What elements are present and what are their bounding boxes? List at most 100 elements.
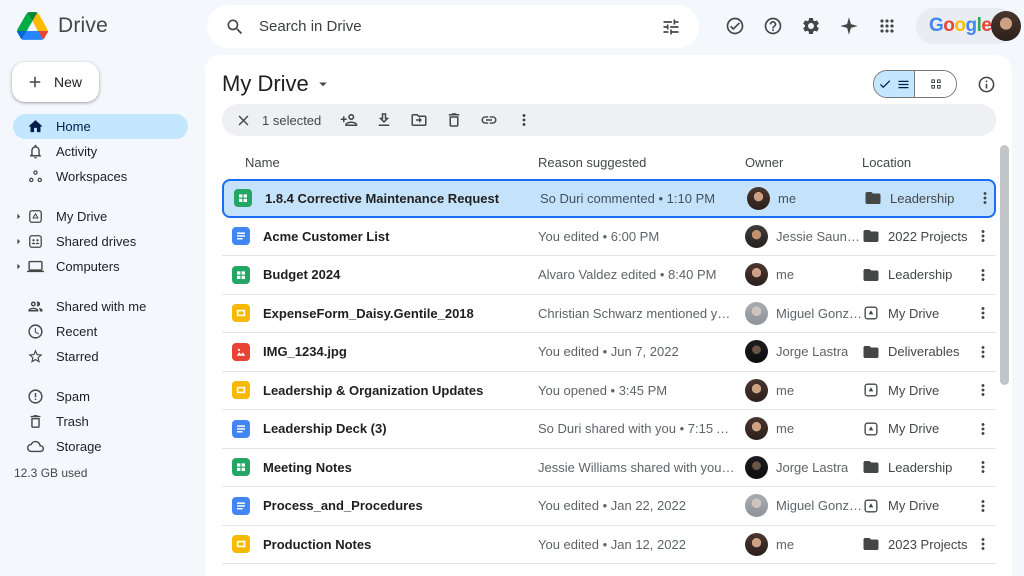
column-header-reason[interactable]: Reason suggested bbox=[538, 155, 745, 170]
clear-selection-button[interactable] bbox=[235, 112, 252, 129]
folder-icon bbox=[862, 227, 880, 245]
sidebar-item-activity[interactable]: Activity bbox=[13, 139, 188, 164]
sidebar-item-shared-with-me[interactable]: Shared with me bbox=[13, 294, 188, 319]
column-header-owner[interactable]: Owner bbox=[745, 155, 862, 170]
row-menu-button[interactable] bbox=[969, 266, 996, 284]
file-row[interactable]: Production NotesYou edited • Jan 12, 202… bbox=[222, 526, 996, 565]
view-toggle bbox=[873, 70, 957, 98]
profile-avatar[interactable] bbox=[991, 11, 1021, 41]
sidebar-item-storage[interactable]: Storage bbox=[13, 434, 188, 459]
owner-avatar bbox=[747, 187, 770, 210]
plus-icon bbox=[26, 73, 44, 91]
row-menu-button[interactable] bbox=[971, 189, 998, 207]
new-button[interactable]: New bbox=[12, 62, 99, 102]
file-row[interactable]: Leadership Deck (3)So Duri shared with y… bbox=[222, 410, 996, 449]
file-row[interactable]: Acme Customer ListYou edited • 6:00 PMJe… bbox=[222, 218, 996, 257]
expand-arrow-icon[interactable] bbox=[12, 260, 25, 273]
row-menu-button[interactable] bbox=[969, 420, 996, 438]
file-row[interactable]: IMG_1234.jpgYou edited • Jun 7, 2022Jorg… bbox=[222, 333, 996, 372]
selection-count: 1 selected bbox=[262, 113, 321, 128]
sidebar-item-starred[interactable]: Starred bbox=[13, 344, 188, 369]
drive-home-link[interactable]: Drive bbox=[17, 0, 108, 52]
help-icon[interactable] bbox=[761, 14, 785, 38]
column-header-location[interactable]: Location bbox=[862, 155, 969, 170]
location-name[interactable]: 2022 Projects bbox=[888, 229, 968, 244]
owner-name: Miguel Gonza... bbox=[776, 498, 862, 513]
move-button[interactable] bbox=[410, 111, 428, 129]
location-name[interactable]: My Drive bbox=[888, 421, 939, 436]
row-menu-button[interactable] bbox=[969, 343, 996, 361]
location-name[interactable]: Leadership bbox=[888, 460, 952, 475]
drive-logo-icon bbox=[17, 12, 48, 40]
my-drive-location-icon bbox=[862, 381, 880, 399]
sidebar-item-workspaces[interactable]: Workspaces bbox=[13, 164, 188, 189]
search-options-icon[interactable] bbox=[659, 15, 683, 39]
spam-icon bbox=[27, 388, 44, 405]
file-row[interactable]: Budget 2024Alvaro Valdez edited • 8:40 P… bbox=[222, 256, 996, 295]
location-name[interactable]: 2023 Projects bbox=[888, 537, 968, 552]
expand-arrow-icon[interactable] bbox=[12, 210, 25, 223]
location-name[interactable]: My Drive bbox=[888, 383, 939, 398]
location-name[interactable]: Leadership bbox=[888, 267, 952, 282]
share-button[interactable] bbox=[340, 111, 358, 129]
sidebar-item-label: Home bbox=[56, 119, 91, 134]
file-row[interactable]: ExpenseForm_Daisy.Gentile_2018Christian … bbox=[222, 295, 996, 334]
delete-button[interactable] bbox=[445, 111, 463, 129]
row-menu-button[interactable] bbox=[969, 535, 996, 553]
dropdown-caret-icon bbox=[314, 75, 332, 93]
page-title-dropdown[interactable]: My Drive bbox=[222, 71, 332, 97]
row-menu-button[interactable] bbox=[969, 381, 996, 399]
row-menu-button[interactable] bbox=[969, 304, 996, 322]
sidebar-item-recent[interactable]: Recent bbox=[13, 319, 188, 344]
sidebar: New HomeActivityWorkspacesMy DriveShared… bbox=[0, 52, 205, 576]
location-name[interactable]: My Drive bbox=[888, 498, 939, 513]
sidebar-item-computers[interactable]: Computers bbox=[13, 254, 188, 279]
sidebar-item-label: Starred bbox=[56, 349, 99, 364]
computers-icon bbox=[27, 258, 44, 275]
row-menu-button[interactable] bbox=[969, 458, 996, 476]
scrollbar-thumb[interactable] bbox=[1000, 145, 1009, 385]
doc-file-icon bbox=[232, 420, 250, 438]
topbar: Drive Google bbox=[0, 0, 1024, 52]
file-name: Budget 2024 bbox=[263, 267, 354, 282]
sidebar-item-label: Trash bbox=[56, 414, 89, 429]
reason-suggested: So Duri shared with you • 7:15 AM bbox=[538, 421, 745, 436]
settings-icon[interactable] bbox=[799, 14, 823, 38]
offline-status-icon[interactable] bbox=[723, 14, 747, 38]
sidebar-item-spam[interactable]: Spam bbox=[13, 384, 188, 409]
list-view-button[interactable] bbox=[874, 71, 915, 97]
reason-suggested: You opened • 3:45 PM bbox=[538, 383, 745, 398]
sidebar-item-shared-drives[interactable]: Shared drives bbox=[13, 229, 188, 254]
details-icon[interactable] bbox=[977, 75, 996, 94]
search-bar[interactable] bbox=[207, 5, 699, 48]
owner-name: me bbox=[776, 267, 794, 282]
file-row[interactable]: Process_and_ProceduresYou edited • Jan 2… bbox=[222, 487, 996, 526]
sidebar-item-trash[interactable]: Trash bbox=[13, 409, 188, 434]
location-name[interactable]: My Drive bbox=[888, 306, 939, 321]
expand-arrow-icon[interactable] bbox=[12, 235, 25, 248]
location-name[interactable]: Leadership bbox=[890, 191, 954, 206]
sidebar-item-my-drive[interactable]: My Drive bbox=[13, 204, 188, 229]
sidebar-item-home[interactable]: Home bbox=[13, 114, 188, 139]
google-account-pill[interactable]: Google bbox=[916, 8, 1016, 44]
copy-link-button[interactable] bbox=[480, 111, 498, 129]
column-header-name[interactable]: Name bbox=[222, 155, 538, 170]
more-actions-button[interactable] bbox=[515, 111, 533, 129]
file-row[interactable]: 1.8.4 Corrective Maintenance RequestSo D… bbox=[222, 179, 996, 218]
gemini-sparkle-icon[interactable] bbox=[837, 14, 861, 38]
sheet-file-icon bbox=[234, 189, 252, 207]
download-button[interactable] bbox=[375, 111, 393, 129]
location-name[interactable]: Deliverables bbox=[888, 344, 960, 359]
row-menu-button[interactable] bbox=[969, 227, 996, 245]
owner-avatar bbox=[745, 456, 768, 479]
row-menu-button[interactable] bbox=[969, 497, 996, 515]
file-row[interactable]: Meeting NotesJessie Williams shared with… bbox=[222, 449, 996, 488]
home-icon bbox=[27, 118, 44, 135]
grid-view-button[interactable] bbox=[915, 71, 956, 97]
search-input[interactable] bbox=[259, 18, 647, 35]
file-row[interactable]: Leadership & Organization UpdatesYou ope… bbox=[222, 372, 996, 411]
grid-view-icon bbox=[928, 76, 944, 92]
activity-bell-icon bbox=[27, 143, 44, 160]
apps-grid-icon[interactable] bbox=[875, 14, 899, 38]
owner-avatar bbox=[745, 379, 768, 402]
